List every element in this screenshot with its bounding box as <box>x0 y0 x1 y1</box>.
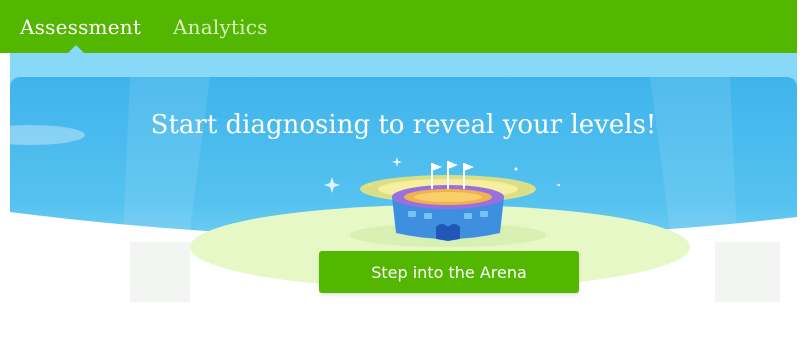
top-navigation: Assessment Analytics <box>0 0 797 53</box>
tab-assessment[interactable]: Assessment <box>20 15 141 39</box>
hero-panel: Start diagnosing to reveal your levels! <box>10 77 797 355</box>
page-margin-left <box>0 53 10 355</box>
hero-headline: Start diagnosing to reveal your levels! <box>150 110 657 140</box>
page-margin-right <box>797 0 804 355</box>
tab-analytics[interactable]: Analytics <box>173 15 268 39</box>
enter-arena-button[interactable]: Step into the Arena <box>319 251 579 293</box>
active-tab-indicator <box>68 45 84 53</box>
arena-stadium-icon <box>324 157 560 247</box>
